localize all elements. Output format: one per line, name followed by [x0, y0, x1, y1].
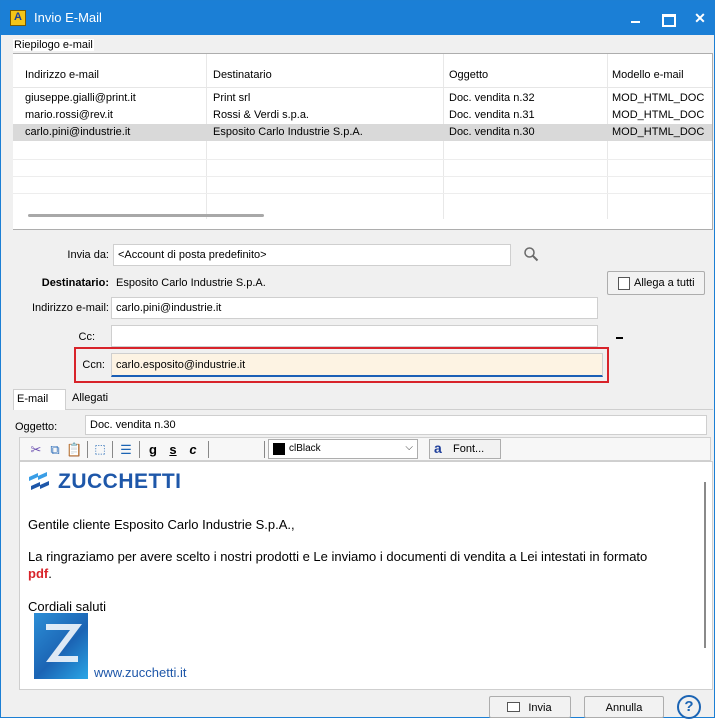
closing-text: Cordiali saluti [28, 599, 107, 614]
row-divider [13, 159, 712, 160]
column-header-oggetto[interactable]: Oggetto [449, 69, 488, 81]
toolbar-separator [264, 441, 265, 458]
app-icon [10, 10, 26, 26]
oggetto-field[interactable]: Doc. vendita n.30 [85, 415, 707, 435]
ccn-field[interactable]: carlo.esposito@industrie.it [111, 353, 603, 377]
bold-button[interactable]: g [146, 441, 160, 458]
table-cell: MOD_HTML_DOC [612, 109, 705, 121]
color-swatch [273, 443, 285, 455]
body-period: . [48, 566, 52, 581]
row-divider [13, 176, 712, 177]
ccn-label: Ccn: [82, 359, 105, 371]
table-cell: Doc. vendita n.32 [449, 92, 535, 104]
column-header-modello[interactable]: Modello e-mail [612, 69, 684, 81]
cc-label: Cc: [78, 331, 96, 343]
tab-email[interactable]: E-mail [13, 389, 66, 410]
window-title: Invio E-Mail [34, 10, 102, 25]
table-row[interactable]: mario.rossi@rev.it Rossi & Verdi s.p.a. … [13, 107, 712, 124]
table-cell: mario.rossi@rev.it [25, 109, 113, 121]
table-cell: giuseppe.gialli@print.it [25, 92, 136, 104]
cut-icon[interactable]: ✂ [28, 441, 44, 458]
website-link[interactable]: www.zucchetti.it [94, 665, 186, 680]
font-button[interactable]: a Font... [429, 439, 501, 459]
indirizzo-email-field[interactable]: carlo.pini@industrie.it [111, 297, 598, 319]
close-icon: ✕ [694, 10, 706, 26]
toolbar-separator [139, 441, 140, 458]
send-icon [507, 702, 520, 712]
cc-field[interactable] [111, 325, 598, 347]
toolbar-separator [112, 441, 113, 458]
oggetto-label: Oggetto: [15, 421, 58, 433]
font-label: Font... [453, 443, 485, 455]
body-text-continued: pdf. [28, 566, 52, 581]
table-cell: MOD_HTML_DOC [612, 92, 705, 104]
chevron-down-icon: ⌵ [405, 442, 413, 453]
annulla-button[interactable]: Annulla [584, 696, 664, 718]
allega-label: Allega a tutti [634, 277, 695, 289]
summary-group-label: Riepilogo e-mail [13, 39, 94, 51]
table-cell: carlo.pini@industrie.it [25, 126, 131, 138]
invia-label: Invia [528, 702, 552, 714]
indirizzo-email-label: Indirizzo e-mail: [31, 302, 109, 314]
destinatario-label: Destinatario: [41, 277, 109, 289]
row-divider [13, 193, 712, 194]
remove-icon[interactable] [616, 337, 623, 339]
color-value: clBlack [289, 443, 321, 454]
table-header: Indirizzo e-mail Destinatario Oggetto Mo… [13, 54, 712, 88]
search-icon[interactable] [523, 246, 539, 262]
table-cell: Rossi & Verdi s.p.a. [213, 109, 309, 121]
invia-da-label: Invia da: [67, 249, 109, 261]
table-cell: Print srl [213, 92, 251, 104]
horizontal-scrollbar[interactable] [28, 214, 264, 217]
invio-email-window: Invio E-Mail ✕ Indirizzo e-mail Destinat… [0, 0, 715, 719]
tab-allegati[interactable]: Allegati [69, 389, 111, 410]
select-all-icon[interactable]: ⬚ [92, 441, 108, 458]
invia-button[interactable]: Invia [489, 696, 571, 718]
font-icon: a [434, 440, 442, 456]
maximize-button[interactable] [650, 1, 686, 35]
vertical-scrollbar[interactable] [704, 482, 706, 648]
font-color-select[interactable]: clBlack ⌵ [268, 439, 418, 459]
close-button[interactable]: ✕ [682, 1, 715, 35]
body-text: La ringraziamo per avere scelto i nostri… [28, 549, 648, 564]
toolbar-separator [208, 441, 209, 458]
zucchetti-logo-icon [29, 472, 49, 490]
column-header-email[interactable]: Indirizzo e-mail [25, 69, 99, 81]
email-summary-table[interactable]: Indirizzo e-mail Destinatario Oggetto Mo… [13, 53, 713, 230]
destinatario-field: Esposito Carlo Industrie S.p.A. [111, 272, 601, 294]
invia-da-field[interactable]: <Account di posta predefinito> [113, 244, 511, 266]
toolbar-separator [87, 441, 88, 458]
bullet-list-icon[interactable]: ☰ [117, 441, 135, 458]
italic-button[interactable]: c [186, 441, 200, 458]
paste-icon[interactable]: 📋 [66, 441, 82, 458]
logo-text: ZUCCHETTI [58, 470, 182, 493]
table-row-selected[interactable]: carlo.pini@industrie.it Esposito Carlo I… [13, 124, 712, 141]
help-icon[interactable]: ? [677, 695, 701, 719]
email-body-editor[interactable]: ZUCCHETTI Gentile cliente Esposito Carlo… [19, 461, 713, 690]
underline-button[interactable]: s [166, 441, 180, 458]
table-cell: Esposito Carlo Industrie S.p.A. [213, 126, 363, 138]
copy-icon[interactable]: ⧉ [47, 441, 63, 458]
table-cell: Doc. vendita n.31 [449, 109, 535, 121]
title-bar[interactable]: Invio E-Mail ✕ [1, 1, 714, 35]
minimize-button[interactable] [618, 1, 654, 35]
table-row[interactable]: giuseppe.gialli@print.it Print srl Doc. … [13, 90, 712, 107]
table-cell: Doc. vendita n.30 [449, 126, 535, 138]
greeting-text: Gentile cliente Esposito Carlo Industrie… [28, 517, 295, 532]
zucchetti-image [34, 613, 88, 679]
table-cell: MOD_HTML_DOC [612, 126, 705, 138]
allega-a-tutti-button[interactable]: Allega a tutti [607, 271, 705, 295]
z-logo-icon [46, 624, 82, 662]
pdf-text: pdf [28, 566, 49, 581]
column-header-destinatario[interactable]: Destinatario [213, 69, 272, 81]
attach-icon [618, 277, 630, 290]
